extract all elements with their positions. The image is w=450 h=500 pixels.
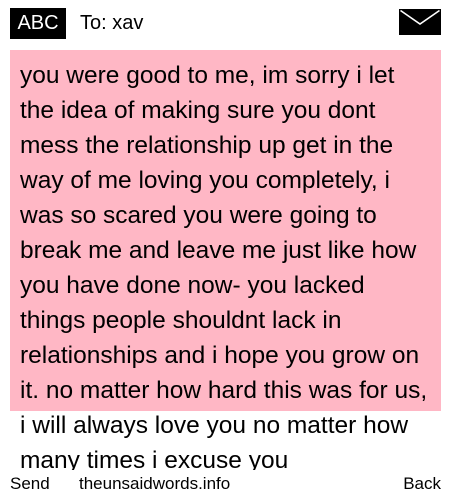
- recipient-field[interactable]: To: xav: [80, 10, 143, 36]
- back-softkey[interactable]: Back: [403, 473, 441, 495]
- site-watermark: theunsaidwords.info: [79, 474, 231, 493]
- envelope-icon: [399, 9, 441, 35]
- message-body[interactable]: you were good to me, im sorry i let the …: [20, 58, 430, 478]
- softkey-bar: Send theunsaidwords.info Back: [0, 470, 450, 500]
- send-softkey[interactable]: Send: [10, 473, 50, 495]
- compose-header: ABC To: xav: [0, 0, 450, 46]
- sms-compose-screen: ABC To: xav you were good to me, im sorr…: [0, 0, 450, 500]
- input-mode-indicator[interactable]: ABC: [10, 8, 66, 39]
